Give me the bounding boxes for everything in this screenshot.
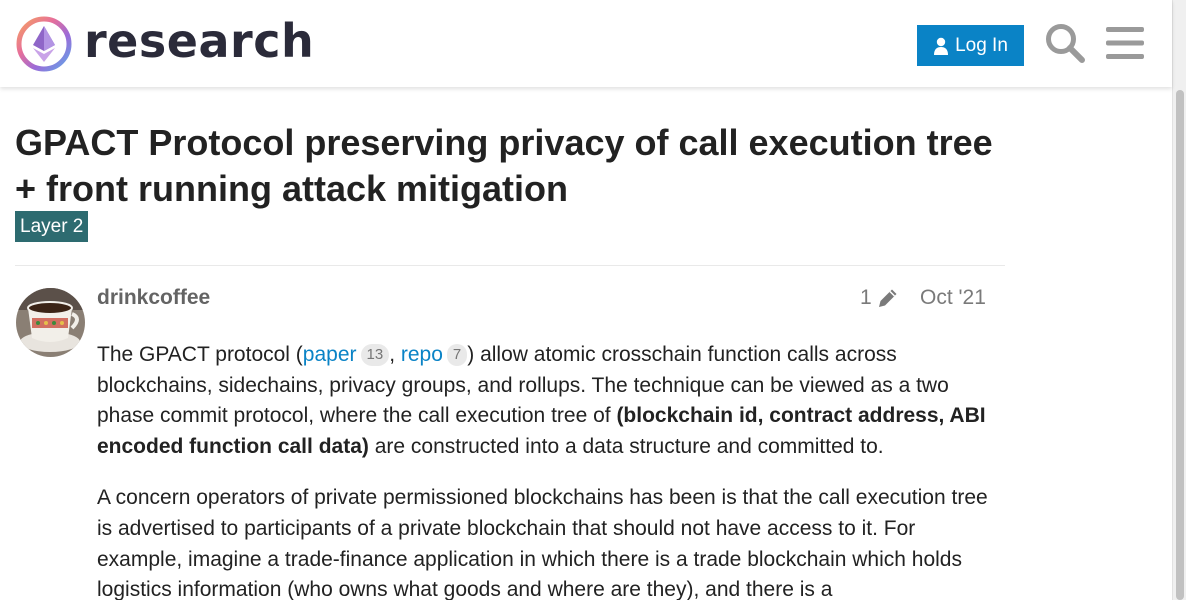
post-paragraph: A concern operators of private permissio… [97, 486, 988, 600]
page-scrollbar[interactable] [1172, 0, 1186, 600]
log-in-button[interactable]: Log In [917, 25, 1024, 66]
category-badge-layer-2[interactable]: Layer 2 [15, 211, 89, 242]
ethereum-research-logo-icon [16, 16, 72, 72]
repo-link[interactable]: repo [401, 343, 443, 366]
text: , [389, 343, 401, 366]
post-date[interactable]: Oct '21 [920, 286, 986, 310]
paper-link[interactable]: paper [303, 343, 357, 366]
user-icon [934, 37, 949, 55]
link-click-count: 13 [360, 344, 390, 366]
text: The GPACT protocol ( [97, 343, 303, 366]
edit-history[interactable]: 1 [860, 286, 899, 310]
site-name: research [84, 14, 315, 68]
post-author[interactable]: drinkcoffee [97, 286, 210, 310]
scrollbar-thumb[interactable] [1176, 90, 1184, 600]
site-logo[interactable]: research [16, 16, 314, 72]
hamburger-menu-icon[interactable] [1106, 26, 1144, 60]
coffee-cup-avatar-icon [16, 288, 85, 357]
text: are constructed into a data structure an… [368, 434, 884, 458]
user-avatar[interactable] [16, 288, 85, 357]
edit-count: 1 [860, 286, 872, 309]
divider [15, 265, 1005, 266]
log-in-label: Log In [955, 34, 1008, 56]
topic-title[interactable]: GPACT Protocol preserving privacy of cal… [15, 120, 1005, 212]
post-content: The GPACT protocol (paper 13, repo 7) allo… [97, 340, 997, 600]
link-click-count: 7 [446, 344, 468, 366]
site-header: research Log In [0, 0, 1172, 87]
search-icon[interactable] [1044, 22, 1086, 64]
pencil-icon [878, 289, 897, 307]
post-paragraph: The GPACT protocol (paper 13, repo 7) allo… [97, 340, 997, 462]
